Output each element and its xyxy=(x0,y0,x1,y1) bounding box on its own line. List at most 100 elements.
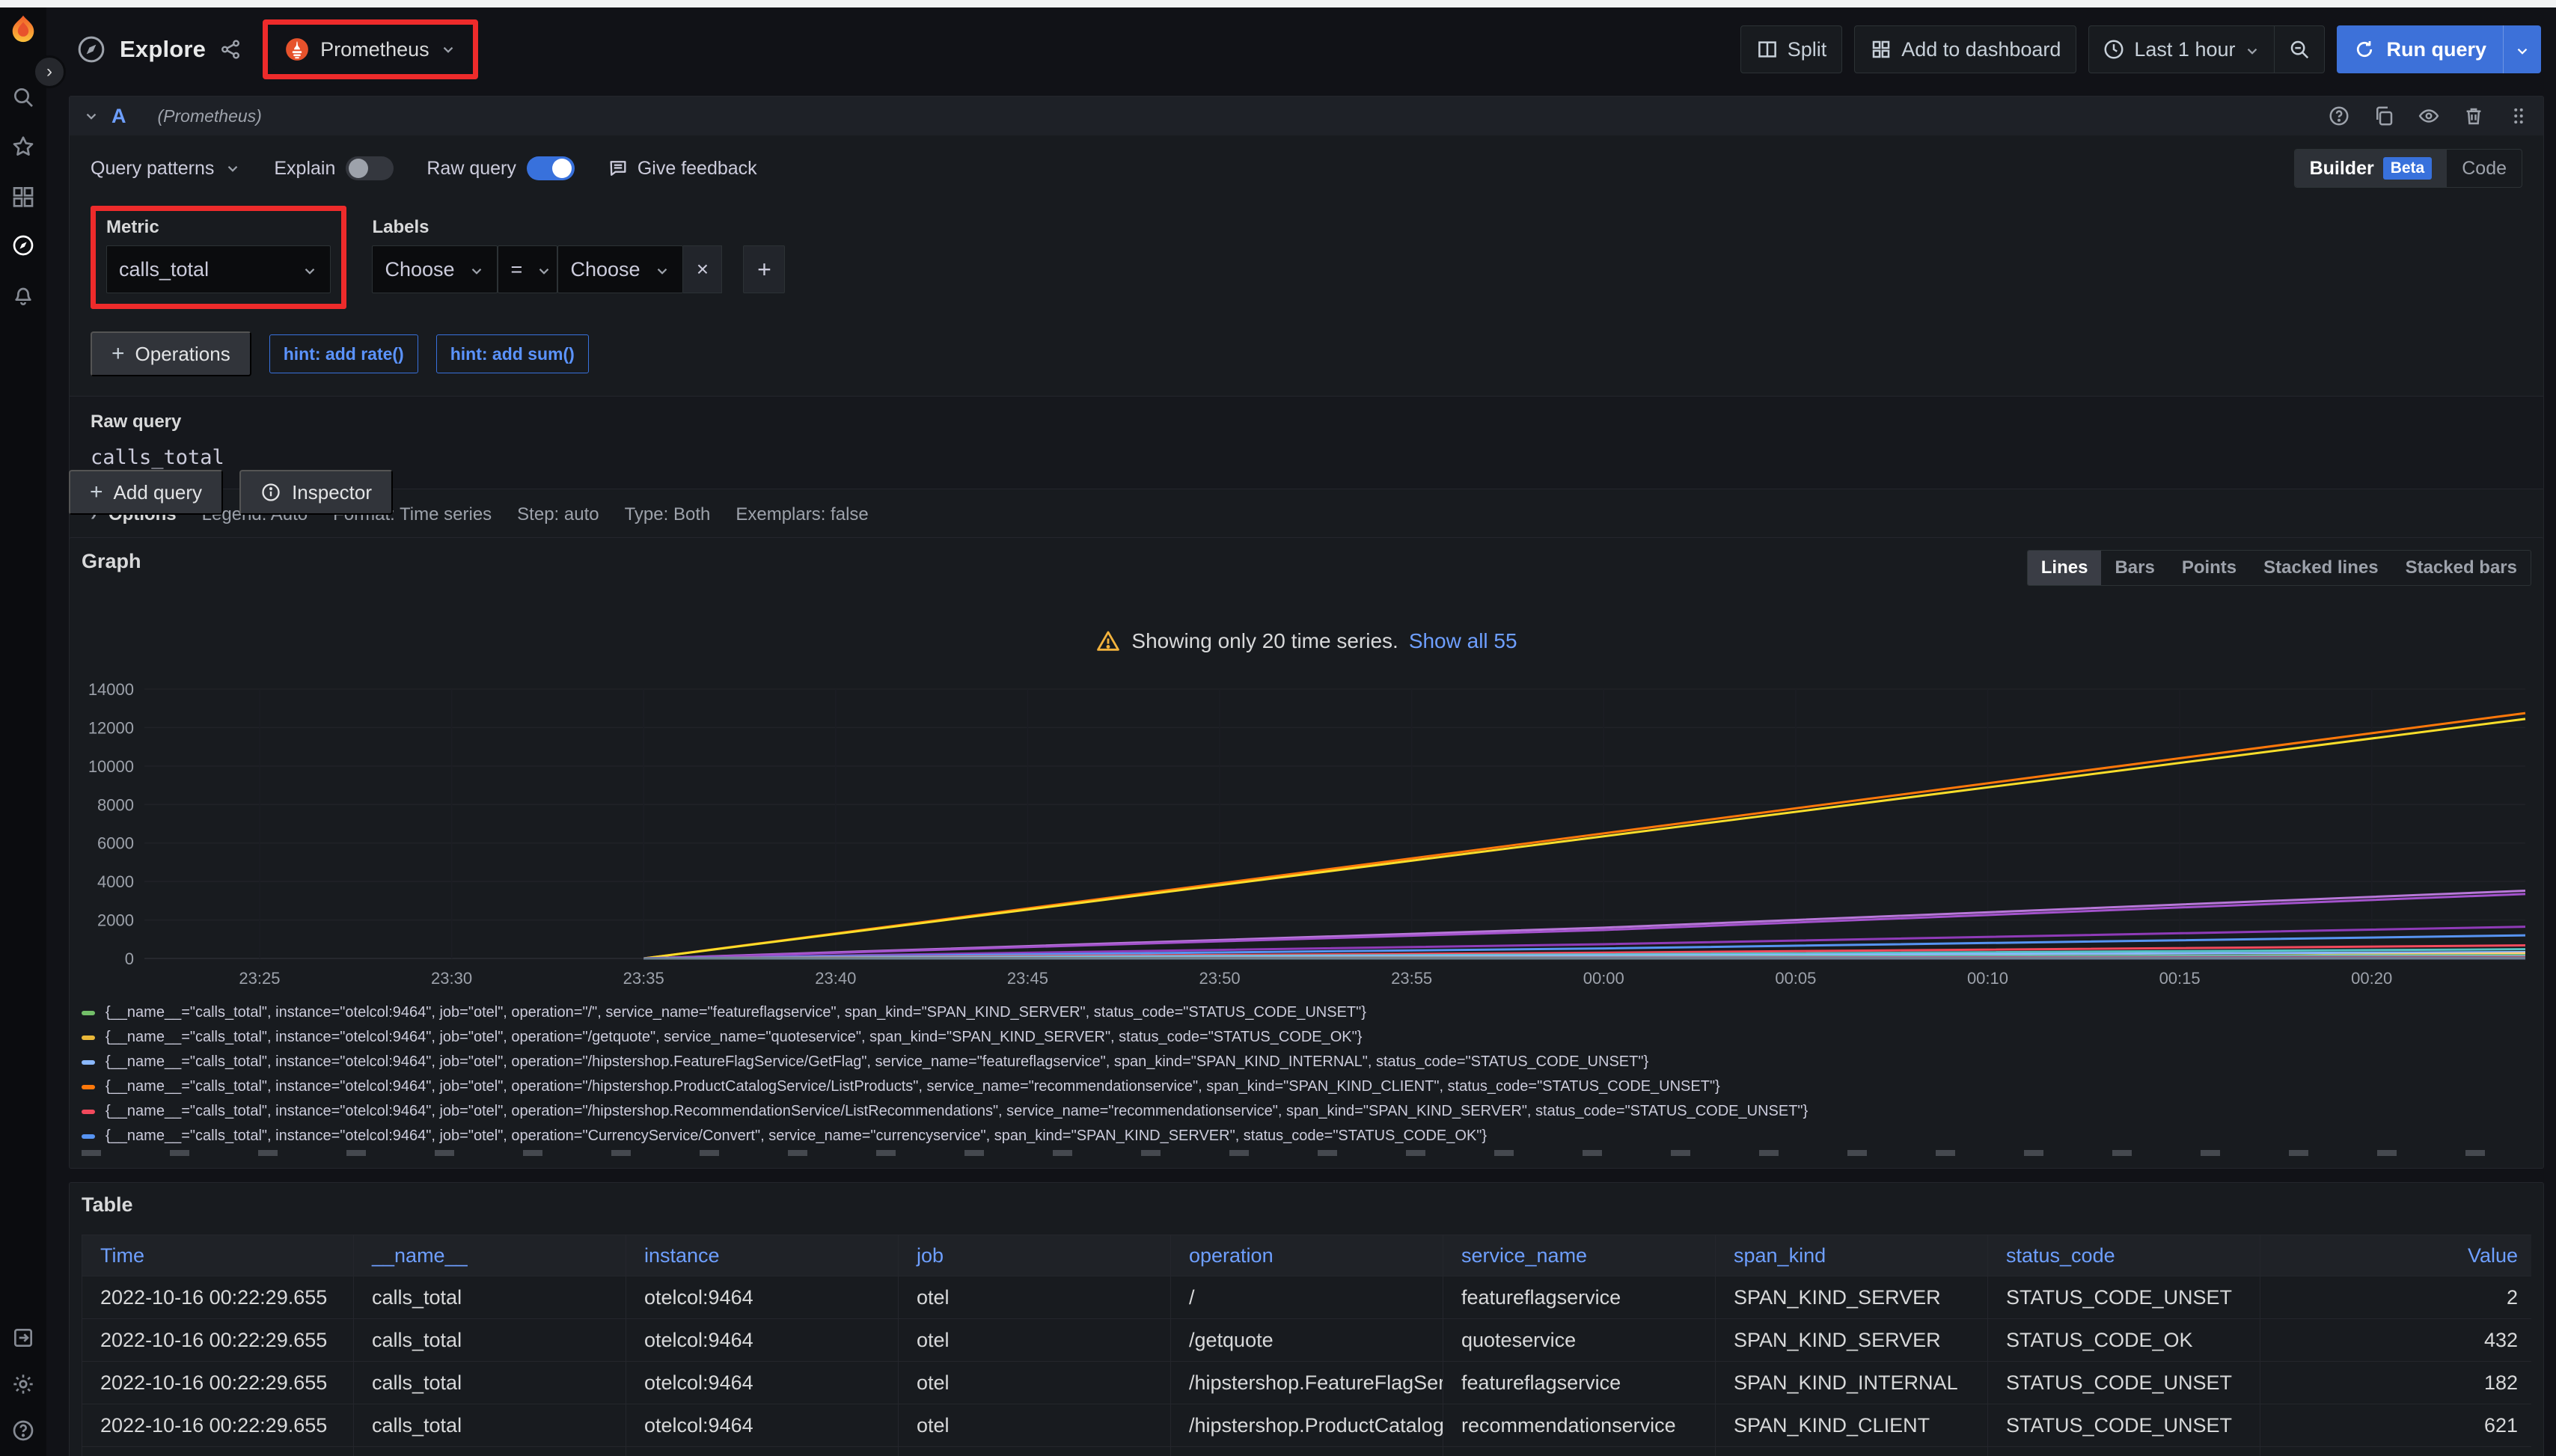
mode-stacked-bars[interactable]: Stacked bars xyxy=(2392,551,2531,585)
query-options-row: › Options Legend: Auto Format: Time seri… xyxy=(70,489,2543,540)
collapse-chevron-icon[interactable] xyxy=(83,108,100,124)
legend-item[interactable]: {__name__="calls_total", instance="otelc… xyxy=(82,1074,2531,1099)
y-axis-tick: 12000 xyxy=(88,718,134,737)
datasource-picker[interactable]: Prometheus xyxy=(272,29,468,70)
code-tab[interactable]: Code xyxy=(2447,150,2522,187)
raw-query-toggle[interactable] xyxy=(527,156,575,180)
give-feedback-button[interactable]: Give feedback xyxy=(608,158,757,180)
label-operator-select[interactable]: = xyxy=(498,245,557,293)
table-cell: 2 xyxy=(2260,1276,2536,1318)
split-button[interactable]: Split xyxy=(1740,25,1843,73)
label-value-select[interactable]: Choose xyxy=(557,245,683,293)
legend-label: {__name__="calls_total", instance="otelc… xyxy=(106,1029,1362,1046)
hint-add-rate-button[interactable]: hint: add rate() xyxy=(269,334,418,373)
grafana-explore-app: › xyxy=(0,0,2556,1456)
hide-response-eye-icon[interactable] xyxy=(2418,105,2440,127)
sidebar-expand-button[interactable]: › xyxy=(33,55,66,88)
label-key-select[interactable]: Choose xyxy=(372,245,498,293)
alerting-bell-icon[interactable] xyxy=(11,283,35,307)
table-row: 2022-10-16 00:22:29.655calls_totalotelco… xyxy=(82,1362,2531,1404)
page-title: Explore xyxy=(120,36,206,63)
table-cell: /hipstershop.ProductCatalogS... xyxy=(1171,1404,1443,1446)
table-cell: /getquote xyxy=(1171,1319,1443,1361)
column-header-servicename[interactable]: service_name xyxy=(1443,1235,1716,1276)
datasource-picker-highlight: Prometheus xyxy=(263,19,478,79)
column-header-time[interactable]: Time xyxy=(82,1235,354,1276)
table-cell: otelcol:9464 xyxy=(626,1362,899,1404)
add-query-button[interactable]: + Add query xyxy=(69,470,223,515)
metric-select[interactable]: calls_total xyxy=(106,245,331,293)
query-row-header: A (Prometheus) xyxy=(70,97,2543,135)
legend-item[interactable]: {__name__="calls_total", instance="otelc… xyxy=(82,1050,2531,1074)
column-header-statuscode[interactable]: status_code xyxy=(1988,1235,2260,1276)
table-cell: otel xyxy=(899,1404,1171,1446)
legend-color-marker xyxy=(82,1085,95,1089)
mode-bars[interactable]: Bars xyxy=(2101,551,2168,585)
sign-in-icon[interactable] xyxy=(11,1326,35,1350)
column-header-name[interactable]: __name__ xyxy=(354,1235,626,1276)
share-icon[interactable] xyxy=(219,38,242,61)
table-cell: / xyxy=(1171,1276,1443,1318)
x-axis-tick: 23:40 xyxy=(815,969,856,988)
options-exemplars: Exemplars: false xyxy=(736,504,868,525)
column-header-value[interactable]: Value xyxy=(2260,1235,2536,1276)
query-ref-id: A xyxy=(111,105,126,128)
remove-query-trash-icon[interactable] xyxy=(2462,105,2485,127)
column-header-spankind[interactable]: span_kind xyxy=(1716,1235,1988,1276)
run-query-dropdown[interactable] xyxy=(2503,25,2541,73)
legend-item[interactable]: {__name__="calls_total", instance="otelc… xyxy=(82,1025,2531,1050)
show-all-series-link[interactable]: Show all 55 xyxy=(1409,629,1517,653)
chevron-down-icon xyxy=(654,261,670,278)
explain-toggle[interactable] xyxy=(346,156,394,180)
column-header-instance[interactable]: instance xyxy=(626,1235,899,1276)
column-header-job[interactable]: job xyxy=(899,1235,1171,1276)
legend-item[interactable]: {__name__="calls_total", instance="otelc… xyxy=(82,1000,2531,1025)
zoom-out-time-button[interactable] xyxy=(2274,26,2324,73)
options-step: Step: auto xyxy=(517,504,599,525)
add-label-filter-button[interactable]: + xyxy=(743,245,785,293)
explore-compass-icon xyxy=(76,34,106,64)
mode-points[interactable]: Points xyxy=(2168,551,2250,585)
metric-label: Metric xyxy=(106,217,331,238)
legend-item[interactable]: {__name__="calls_total", instance="otelc… xyxy=(82,1099,2531,1124)
column-header-operation[interactable]: operation xyxy=(1171,1235,1443,1276)
dashboards-icon[interactable] xyxy=(11,184,35,208)
builder-tab[interactable]: Builder Beta xyxy=(2295,150,2448,187)
grafana-logo[interactable] xyxy=(7,13,40,46)
drag-handle-icon[interactable] xyxy=(2507,105,2530,127)
x-axis-tick: 23:50 xyxy=(1199,969,1241,988)
mode-lines[interactable]: Lines xyxy=(2028,551,2102,585)
x-axis-tick: 23:25 xyxy=(239,969,280,988)
mode-stacked-lines[interactable]: Stacked lines xyxy=(2250,551,2391,585)
table-cell: SPAN_KIND_SERVER xyxy=(1716,1276,1988,1318)
legend-item[interactable]: {__name__="calls_total", instance="otelc… xyxy=(82,1124,2531,1148)
inspector-button[interactable]: Inspector xyxy=(239,470,393,515)
refresh-icon xyxy=(2353,38,2376,61)
duplicate-query-icon[interactable] xyxy=(2373,105,2395,127)
query-datasource-hint: (Prometheus) xyxy=(158,106,262,126)
remove-label-filter-button[interactable]: × xyxy=(683,245,722,293)
table-row: 2022-10-16 00:22:29.655calls_totalotelco… xyxy=(82,1447,2531,1456)
x-axis-tick: 23:45 xyxy=(1007,969,1048,988)
query-patterns-dropdown[interactable]: Query patterns xyxy=(91,158,241,180)
x-axis-tick: 00:20 xyxy=(2351,969,2392,988)
chevron-down-icon xyxy=(224,160,241,177)
hint-add-sum-button[interactable]: hint: add sum() xyxy=(436,334,589,373)
table-cell: calls_total xyxy=(354,1447,626,1456)
add-to-dashboard-button[interactable]: Add to dashboard xyxy=(1854,25,2076,73)
run-query-button[interactable]: Run query xyxy=(2337,25,2503,73)
table-cell: 432 xyxy=(2260,1319,2536,1361)
datasource-name: Prometheus xyxy=(320,38,429,61)
time-range-button[interactable]: Last 1 hour xyxy=(2089,26,2274,73)
y-axis-tick: 0 xyxy=(125,949,134,968)
search-icon[interactable] xyxy=(11,85,35,109)
operations-button[interactable]: + Operations xyxy=(91,331,251,376)
help-icon[interactable] xyxy=(11,1419,35,1443)
table-cell: otelcol:9464 xyxy=(626,1404,899,1446)
query-help-icon[interactable] xyxy=(2328,105,2350,127)
starred-icon[interactable] xyxy=(11,135,35,159)
explore-nav-icon[interactable] xyxy=(11,233,35,257)
y-axis-tick: 14000 xyxy=(88,680,134,699)
settings-gear-icon[interactable] xyxy=(11,1372,35,1396)
query-builder: Metric calls_total Labels Choose = xyxy=(70,198,2543,396)
